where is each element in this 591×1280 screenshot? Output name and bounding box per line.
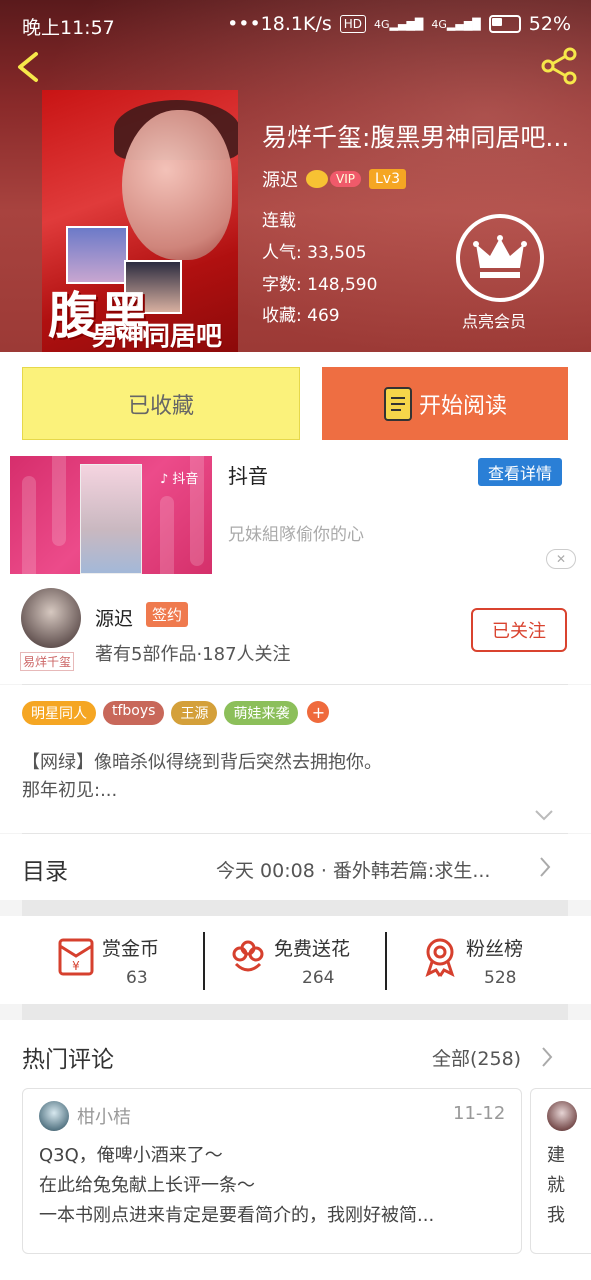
section-separator: [22, 900, 568, 916]
ad-title: 抖音: [228, 464, 268, 488]
status-time: 晚上11:57: [22, 17, 115, 39]
support-actions: ¥ 赏金币 63 免费送花 264 粉丝榜 528: [0, 916, 591, 1004]
hot-comments-section: 热门评论 全部(258) 柑小桔 11-12 Q3Q，俺啤小酒来了～ 在此给兔兔…: [0, 1020, 591, 1280]
status-bar: 晚上11:57 •••18.1K/s HD 4G▂▄▆█ 4G▂▄▆█ 52%: [0, 0, 591, 50]
signal2-label: 4G: [431, 17, 447, 31]
ad-image[interactable]: ♪ 抖音: [10, 456, 212, 574]
chevron-right-icon: [540, 857, 551, 877]
ad-photo: [80, 464, 142, 574]
comment-avatar[interactable]: [547, 1101, 577, 1131]
comment-line: 一本书刚点进来肯定是要看简介的，我刚好被简...: [39, 1205, 435, 1226]
comment-line: 我: [547, 1205, 565, 1226]
start-reading-button[interactable]: 开始阅读: [322, 367, 568, 440]
ad-description: 兄妹組隊偷你的心: [228, 525, 364, 545]
tag-item[interactable]: tfboys: [103, 701, 165, 725]
author-section: 易烊千玺 源迟 签约 著有5部作品·187人关注 已关注: [0, 578, 591, 684]
comment-card[interactable]: 建 就 我: [530, 1088, 591, 1254]
comment-username[interactable]: 柑小桔: [77, 1103, 131, 1129]
tiktok-logo-icon: ♪ 抖音: [160, 472, 199, 487]
author-stats: 著有5部作品·187人关注: [95, 644, 291, 665]
signal1-label: 4G: [374, 17, 390, 31]
more-tags-button[interactable]: +: [307, 701, 330, 723]
comment-line: 建: [547, 1145, 565, 1166]
book-favorites: 收藏: 469: [262, 306, 340, 326]
comment-line: Q3Q，俺啤小酒来了～: [39, 1145, 223, 1166]
comment-line: 就: [547, 1175, 565, 1196]
send-flowers-count: 264: [302, 968, 335, 988]
vertical-separator: [385, 932, 387, 990]
signal-icon-2: 4G▂▄▆█: [431, 17, 481, 31]
status-right: •••18.1K/s HD 4G▂▄▆█ 4G▂▄▆█ 52%: [227, 13, 571, 35]
ad-detail-button[interactable]: 查看详情: [478, 458, 562, 486]
back-arrow-icon[interactable]: [12, 50, 46, 84]
book-popularity: 人气: 33,505: [262, 243, 367, 263]
battery-icon: [488, 15, 521, 33]
vip-crown-icon: [306, 170, 328, 188]
book-word-count: 字数: 148,590: [262, 275, 378, 295]
vip-member-label[interactable]: 点亮会员: [462, 308, 526, 332]
description-line-2: 那年初见:...: [22, 780, 118, 801]
signed-badge: 签约: [146, 602, 189, 627]
battery-percent: 52%: [528, 13, 571, 35]
vip-badge: VIP: [306, 170, 361, 188]
book-icon: [383, 386, 412, 421]
send-flowers-label: 免费送花: [274, 938, 351, 960]
author-name[interactable]: 源迟: [95, 604, 133, 631]
ad-close-icon[interactable]: ✕: [546, 549, 576, 569]
book-title: 易烊千玺:腹黑男神同居吧...: [262, 123, 570, 152]
cover-title-sub: 男神同居吧: [92, 322, 223, 352]
tag-list: 明星同人 tfboys 王源 萌娃来袭 +: [22, 701, 330, 725]
comment-line: 在此给兔兔献上长评一条～: [39, 1175, 255, 1196]
book-cover[interactable]: 腹黑 男神同居吧: [42, 90, 238, 352]
reward-coins-button[interactable]: ¥ 赏金币 63: [54, 926, 184, 996]
reward-coins-count: 63: [126, 968, 148, 988]
collected-button[interactable]: 已收藏: [22, 367, 300, 440]
level-badge: Lv3: [368, 169, 406, 189]
cover-art-face: [122, 110, 232, 260]
tag-item[interactable]: 王源: [171, 701, 218, 725]
comment-card[interactable]: 柑小桔 11-12 Q3Q，俺啤小酒来了～ 在此给兔兔献上长评一条～ 一本书刚点…: [22, 1088, 522, 1254]
comment-avatar[interactable]: [39, 1101, 69, 1131]
fan-ranking-count: 528: [484, 968, 517, 988]
medal-icon: [425, 938, 455, 977]
book-header: 晚上11:57 •••18.1K/s HD 4G▂▄▆█ 4G▂▄▆█ 52% …: [0, 0, 591, 352]
table-of-contents[interactable]: 目录 今天 00:08 · 番外韩若篇:求生...: [0, 834, 591, 900]
tag-item[interactable]: 明星同人: [22, 701, 96, 725]
vip-badge-label: VIP: [330, 171, 361, 187]
flower-icon: [232, 940, 264, 972]
fan-ranking-label: 粉丝榜: [466, 938, 524, 960]
svg-text:¥: ¥: [72, 959, 80, 973]
toc-title: 目录: [22, 859, 68, 885]
red-envelope-icon: ¥: [58, 938, 94, 976]
follow-button[interactable]: 已关注: [471, 608, 567, 652]
fan-ranking-button[interactable]: 粉丝榜 528: [418, 926, 548, 996]
book-description[interactable]: 【网绿】像暗杀似得绕到背后突然去拥抱你。 那年初见:...: [22, 749, 568, 805]
comment-date: 11-12: [453, 1103, 506, 1124]
tag-item[interactable]: 萌娃来袭: [224, 701, 299, 725]
hot-comments-title: 热门评论: [22, 1047, 114, 1073]
description-line-1: 【网绿】像暗杀似得绕到背后突然去拥抱你。: [22, 752, 382, 773]
chevron-down-icon[interactable]: [534, 809, 554, 821]
toc-latest-chapter: 今天 00:08 · 番外韩若篇:求生...: [216, 860, 491, 882]
send-flowers-button[interactable]: 免费送花 264: [226, 926, 376, 996]
hd-icon: HD: [339, 15, 367, 33]
crown-icon: [473, 235, 527, 278]
book-author-row: 源迟 VIP Lv3: [262, 166, 406, 192]
all-comments-link[interactable]: 全部(258): [432, 1044, 521, 1071]
share-icon[interactable]: [540, 46, 580, 86]
vip-member-button[interactable]: [456, 214, 544, 302]
author-avatar[interactable]: [21, 588, 81, 648]
book-status: 连载: [262, 211, 296, 231]
vertical-separator: [203, 932, 205, 990]
ad-banner[interactable]: ♪ 抖音 抖音 查看详情 兄妹組隊偷你的心 ✕: [0, 452, 591, 578]
reward-coins-label: 赏金币: [102, 938, 160, 960]
book-author[interactable]: 源迟: [262, 166, 298, 192]
signal-icon-1: 4G▂▄▆█: [374, 17, 424, 31]
tags-description-section: 明星同人 tfboys 王源 萌娃来袭 + 【网绿】像暗杀似得绕到背后突然去拥抱…: [0, 685, 591, 833]
start-reading-label: 开始阅读: [418, 393, 507, 419]
network-speed: •••18.1K/s: [227, 13, 332, 35]
avatar-tag: 易烊千玺: [20, 652, 75, 671]
chevron-right-icon[interactable]: [540, 1046, 554, 1068]
section-separator: [22, 1004, 568, 1020]
